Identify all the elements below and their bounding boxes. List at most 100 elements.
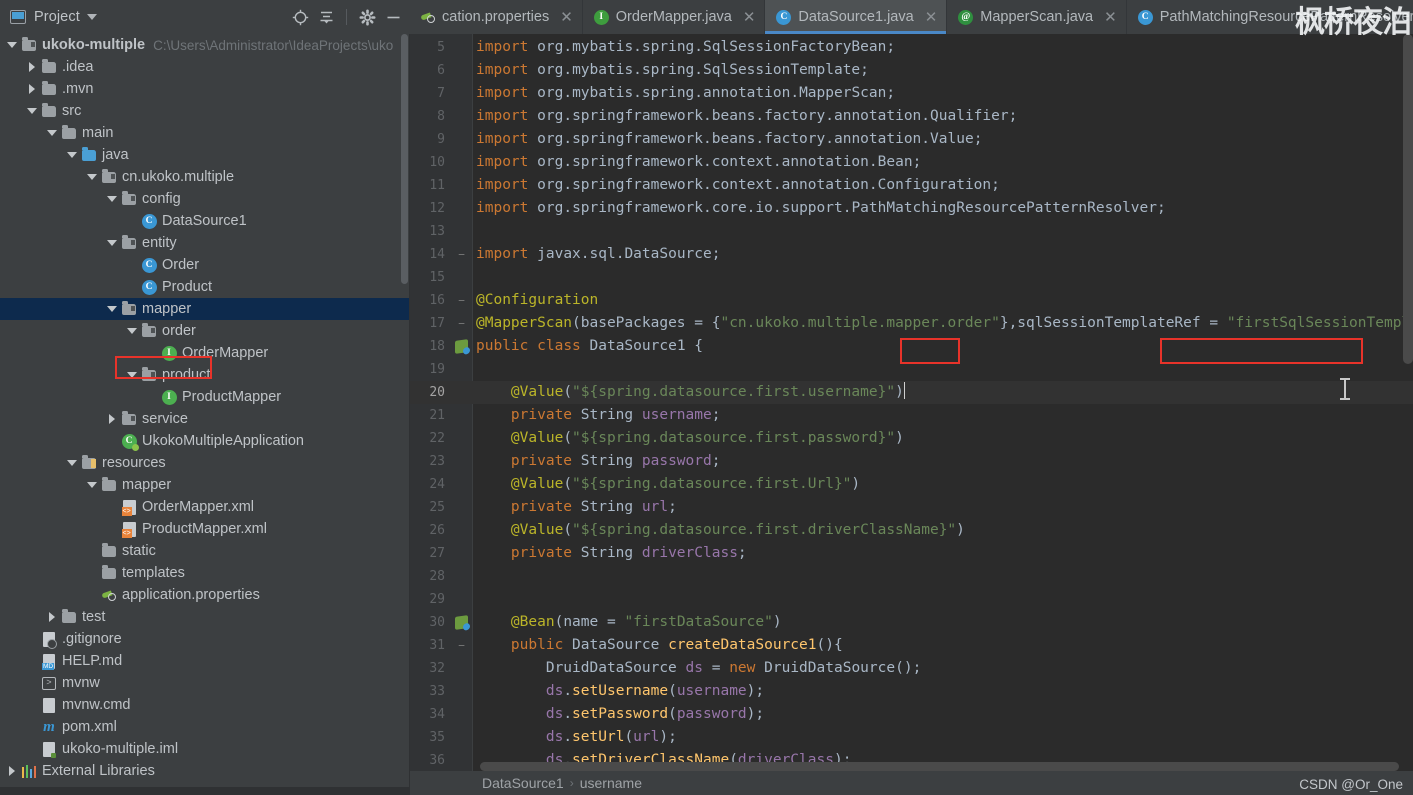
code-line[interactable]: 13 (410, 220, 1413, 243)
chevron-right-icon[interactable] (104, 414, 120, 424)
code-text[interactable]: import org.springframework.beans.factory… (473, 128, 982, 151)
code-text[interactable]: import org.mybatis.spring.SqlSessionTemp… (473, 59, 869, 82)
tree-item-productmapper[interactable]: I ProductMapper (0, 386, 410, 408)
code-text[interactable]: private String driverClass; (473, 542, 747, 565)
code-text[interactable]: import javax.sql.DataSource; (473, 243, 721, 266)
code-text[interactable]: @Value("${spring.datasource.first.driver… (473, 519, 965, 542)
code-text[interactable]: import org.springframework.beans.factory… (473, 105, 1017, 128)
line-number[interactable]: 27 (410, 542, 450, 565)
code-line[interactable]: 35 ds.setUrl(url); (410, 726, 1413, 749)
tree-item-entity[interactable]: entity (0, 232, 410, 254)
chevron-down-icon[interactable] (4, 42, 20, 48)
spring-bean-gutter-icon[interactable] (450, 339, 473, 354)
line-number[interactable]: 7 (410, 82, 450, 105)
chevron-down-icon[interactable] (44, 130, 60, 136)
code-text[interactable]: private String username; (473, 404, 721, 427)
editor-horizontal-scrollbar[interactable] (480, 762, 1399, 771)
tree-item-ukokomultipleapplication[interactable]: C UkokoMultipleApplication (0, 430, 410, 452)
chevron-down-icon[interactable] (84, 174, 100, 180)
editor-tab-mapperscan-java[interactable]: @ MapperScan.java ✕ (947, 0, 1127, 34)
breadcrumb[interactable]: DataSource1 › username CSDN @Or_One (410, 771, 1413, 795)
code-line[interactable]: 10 import org.springframework.context.ann… (410, 151, 1413, 174)
line-number[interactable]: 21 (410, 404, 450, 427)
code-text[interactable]: @Bean(name = "firstDataSource") (473, 611, 782, 634)
tree-item-cn-ukoko-multiple[interactable]: cn.ukoko.multiple (0, 166, 410, 188)
tree-item-order[interactable]: order (0, 320, 410, 342)
chevron-down-icon[interactable] (104, 196, 120, 202)
tree-item-config[interactable]: config (0, 188, 410, 210)
code-text[interactable]: DruidDataSource ds = new DruidDataSource… (473, 657, 921, 680)
tree-item-ordermapper-xml[interactable]: OrderMapper.xml (0, 496, 410, 518)
line-number[interactable]: 32 (410, 657, 450, 680)
tree-item-mapper[interactable]: mapper (0, 298, 410, 320)
chevron-right-icon[interactable] (4, 766, 20, 776)
line-number[interactable]: 10 (410, 151, 450, 174)
tree-item--idea[interactable]: .idea (0, 56, 410, 78)
code-text[interactable]: private String url; (473, 496, 677, 519)
tree-horizontal-scrollbar[interactable] (0, 787, 410, 795)
collapse-all-icon[interactable] (315, 6, 337, 28)
code-line[interactable]: 14− import javax.sql.DataSource; (410, 243, 1413, 266)
code-line[interactable]: 30 @Bean(name = "firstDataSource") (410, 611, 1413, 634)
tree-item-datasource1[interactable]: C DataSource1 (0, 210, 410, 232)
tree-item-templates[interactable]: templates (0, 562, 410, 584)
code-text[interactable]: @Configuration (473, 289, 598, 312)
line-number[interactable]: 34 (410, 703, 450, 726)
tree-item--mvn[interactable]: .mvn (0, 78, 410, 100)
code-text[interactable]: import org.springframework.context.annot… (473, 174, 1000, 197)
line-number[interactable]: 5 (410, 36, 450, 59)
editor-tab-pathmatchingresourcepatternresolver-java[interactable]: C PathMatchingResourcePatternResolver.jav… (1126, 0, 1413, 34)
code-line[interactable]: 12 import org.springframework.core.io.sup… (410, 197, 1413, 220)
line-number[interactable]: 15 (410, 266, 450, 289)
chevron-down-icon[interactable] (84, 482, 100, 488)
code-line[interactable]: 20 @Value("${spring.datasource.first.use… (410, 381, 1413, 404)
line-number[interactable]: 6 (410, 59, 450, 82)
code-line[interactable]: 16− @Configuration (410, 289, 1413, 312)
code-line[interactable]: 8 import org.springframework.beans.factor… (410, 105, 1413, 128)
tree-item-resources[interactable]: resources (0, 452, 410, 474)
tree-item-service[interactable]: service (0, 408, 410, 430)
tree-root-row[interactable]: ukoko-multiple C:\Users\Administrator\Id… (0, 34, 410, 56)
code-text[interactable]: @Value("${spring.datasource.first.Url}") (473, 473, 860, 496)
line-number[interactable]: 35 (410, 726, 450, 749)
line-number[interactable]: 11 (410, 174, 450, 197)
locate-icon[interactable] (289, 6, 311, 28)
chevron-down-icon[interactable] (86, 14, 97, 20)
code-text[interactable]: @Value("${spring.datasource.first.passwo… (473, 427, 904, 450)
line-number[interactable]: 19 (410, 358, 450, 381)
tree-item-help-md[interactable]: HELP.md (0, 650, 410, 672)
code-line[interactable]: 26 @Value("${spring.datasource.first.dri… (410, 519, 1413, 542)
code-line[interactable]: 33 ds.setUsername(username); (410, 680, 1413, 703)
line-number[interactable]: 29 (410, 588, 450, 611)
code-line[interactable]: 29 (410, 588, 1413, 611)
code-line[interactable]: 25 private String url; (410, 496, 1413, 519)
code-fold-icon[interactable]: − (450, 243, 473, 266)
code-text[interactable]: @Value("${spring.datasource.first.userna… (473, 381, 906, 404)
project-tree-panel[interactable]: ukoko-multiple C:\Users\Administrator\Id… (0, 34, 410, 795)
chevron-down-icon[interactable] (124, 372, 140, 378)
code-line[interactable]: 21 private String username; (410, 404, 1413, 427)
line-number[interactable]: 18 (410, 335, 450, 358)
tree-item-mvnw-cmd[interactable]: mvnw.cmd (0, 694, 410, 716)
settings-gear-icon[interactable] (356, 6, 378, 28)
code-text[interactable]: import org.springframework.context.annot… (473, 151, 921, 174)
code-text[interactable]: ds.setUrl(url); (473, 726, 677, 749)
close-icon[interactable]: ✕ (743, 10, 756, 25)
tree-item-product[interactable]: product (0, 364, 410, 386)
code-line[interactable]: 15 (410, 266, 1413, 289)
code-text[interactable]: @MapperScan(basePackages = {"cn.ukoko.mu… (473, 312, 1413, 335)
tree-item-main[interactable]: main (0, 122, 410, 144)
code-line[interactable]: 23 private String password; (410, 450, 1413, 473)
tree-item-application-properties[interactable]: application.properties (0, 584, 410, 606)
code-line[interactable]: 31− public DataSource createDataSource1(… (410, 634, 1413, 657)
chevron-down-icon[interactable] (64, 152, 80, 158)
code-line[interactable]: 6 import org.mybatis.spring.SqlSessionTem… (410, 59, 1413, 82)
code-text[interactable]: public class DataSource1 { (473, 335, 703, 358)
code-line[interactable]: 34 ds.setPassword(password); (410, 703, 1413, 726)
line-number[interactable]: 16 (410, 289, 450, 312)
line-number[interactable]: 9 (410, 128, 450, 151)
close-icon[interactable]: ✕ (925, 10, 938, 25)
tree-item-product[interactable]: C Product (0, 276, 410, 298)
line-number[interactable]: 30 (410, 611, 450, 634)
line-number[interactable]: 26 (410, 519, 450, 542)
